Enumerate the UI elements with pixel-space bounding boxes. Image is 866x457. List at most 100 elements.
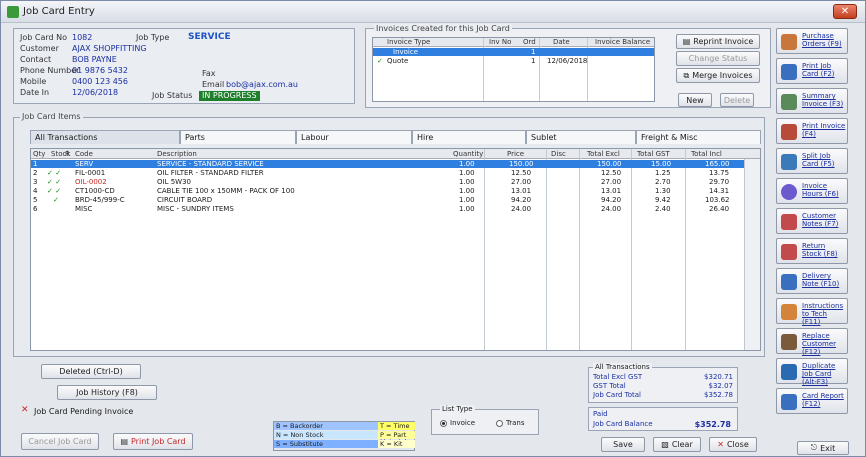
items-header: Qty Stock R Code Description Quantity Pr…: [31, 149, 760, 159]
close-button[interactable]: ✕: [833, 4, 857, 19]
replace-icon: [781, 334, 797, 350]
legend-part-supplied: P = Part Supplied: [378, 431, 415, 447]
row-total-gst: 1.25: [655, 169, 671, 177]
legend-kit: K = Kit: [378, 440, 415, 448]
row-description: OIL 5W30: [157, 178, 191, 186]
invoice-ord: 1: [531, 48, 536, 56]
row-description: MISC - SUNDRY ITEMS: [157, 205, 234, 213]
row-total-gst: 2.40: [655, 205, 671, 213]
split-icon: [781, 154, 797, 170]
invoice-row[interactable]: ✓ Quote 1 12/06/2018: [373, 57, 654, 65]
table-row[interactable]: 3 ✓ ✓ OIL-0002 OIL 5W30 1.00 27.00 27.00…: [31, 178, 745, 186]
card-report-button[interactable]: Card Report (F12): [776, 388, 848, 414]
replace-customer-button[interactable]: Replace Customer (F12): [776, 328, 848, 356]
split-job-card-button[interactable]: Split Job Card (F5): [776, 148, 848, 174]
return-stock-label: Return Stock (F8): [802, 242, 838, 258]
purchase-orders-button[interactable]: Purchase Orders (F9): [776, 28, 848, 54]
table-row[interactable]: 4 ✓ ✓ CT1000-CD CABLE TIE 100 x 150MM - …: [31, 187, 745, 195]
invoice-type: Invoice: [393, 48, 419, 56]
job-card-no-value[interactable]: 1082: [72, 33, 92, 42]
invoice-hours-label: Invoice Hours (F6): [802, 182, 839, 198]
print-job-card-bottom-button[interactable]: ▤ Print Job Card: [113, 433, 193, 450]
new-invoice-button[interactable]: New: [678, 93, 712, 107]
col-disc: Disc: [551, 150, 566, 158]
customer-value[interactable]: AJAX SHOPFITTING: [72, 44, 147, 53]
balance-label: Job Card Balance: [593, 420, 653, 428]
status-badge[interactable]: IN PROGRESS: [199, 91, 260, 101]
print-invoice-button[interactable]: Print Invoice (F4): [776, 118, 848, 144]
row-total-excl: 150.00: [597, 160, 622, 168]
mobile-value[interactable]: 0400 123 456: [72, 77, 128, 86]
tab-parts[interactable]: Parts: [180, 130, 296, 144]
row-price: 27.00: [511, 178, 532, 186]
fax-label: Fax: [202, 69, 216, 78]
invoices-header: Invoice Type Inv No Ord Date Invoice Bal…: [373, 38, 654, 47]
row-total-incl: 26.40: [709, 205, 730, 213]
row-description: OIL FILTER - STANDARD FILTER: [157, 169, 264, 177]
col-description: Description: [157, 150, 197, 158]
vertical-scrollbar[interactable]: [744, 159, 760, 350]
list-type-group: List Type Invoice Trans: [431, 405, 539, 435]
tab-labour[interactable]: Labour: [296, 130, 412, 144]
date-value[interactable]: 12/06/2018: [72, 88, 118, 97]
customer-notes-button[interactable]: Customer Notes (F7): [776, 208, 848, 234]
change-status-button[interactable]: Change Status: [676, 51, 760, 66]
row-quantity: 1.00: [459, 187, 475, 195]
tab-sublet[interactable]: Sublet: [526, 130, 636, 144]
row-price: 24.00: [511, 205, 532, 213]
list-type-trans-radio[interactable]: [496, 420, 503, 427]
job-items-panel: Job Card Items All Transactions Parts La…: [13, 112, 765, 357]
return-stock-button[interactable]: Return Stock (F8): [776, 238, 848, 264]
delete-invoice-button[interactable]: Delete: [720, 93, 754, 107]
cancel-job-card-button[interactable]: Cancel Job Card: [21, 433, 99, 450]
table-row[interactable]: 6 MISC MISC - SUNDRY ITEMS 1.00 24.00 24…: [31, 205, 745, 213]
invoice-row[interactable]: Invoice 1: [373, 48, 654, 56]
duplicate-job-card-button[interactable]: Duplicate Job Card (Alt-F3): [776, 358, 848, 386]
merge-label: Merge Invoices: [692, 71, 753, 80]
row-total-incl: 14.31: [709, 187, 730, 195]
contact-value[interactable]: BOB PAYNE: [72, 55, 117, 64]
deleted-items-button[interactable]: Deleted (Ctrl-D): [41, 364, 141, 379]
list-type-invoice-radio[interactable]: [440, 420, 447, 427]
balance-panel: Paid Job Card Balance $352.78: [588, 407, 738, 431]
table-row[interactable]: 5 ✓ BRD-45/999-C CIRCUIT BOARD 1.00 94.2…: [31, 196, 745, 204]
email-label: Email: [202, 80, 225, 89]
clear-button[interactable]: ▧ Clear: [653, 437, 701, 452]
tab-all-transactions[interactable]: All Transactions: [30, 130, 180, 144]
clear-icon: ▧: [661, 440, 669, 449]
exit-button[interactable]: ⎋ Exit: [797, 441, 849, 455]
col-total-incl: Total Incl: [691, 150, 722, 158]
reprint-invoice-button[interactable]: ▤ Reprint Invoice: [676, 34, 760, 49]
print-job-card-button[interactable]: Print Job Card (F2): [776, 58, 848, 84]
tab-hire[interactable]: Hire: [412, 130, 526, 144]
row-total-gst: 1.30: [655, 187, 671, 195]
instructions-to-tech-button[interactable]: Instructions to Tech (F11): [776, 298, 848, 326]
save-button[interactable]: Save: [601, 437, 645, 452]
table-row[interactable]: 2 ✓ ✓ FIL-0001 OIL FILTER - STANDARD FIL…: [31, 169, 745, 177]
row-price: 13.01: [511, 187, 532, 195]
job-history-button[interactable]: Job History (F8): [57, 385, 157, 400]
delivery-note-button[interactable]: Delivery Note (F10): [776, 268, 848, 294]
merge-icon: ⧉: [683, 70, 690, 80]
list-type-invoice-label: Invoice: [450, 419, 476, 427]
phone-value[interactable]: 01 9876 5432: [72, 66, 128, 75]
items-tabs: All Transactions Parts Labour Hire Suble…: [30, 130, 761, 144]
row-total-incl: 103.62: [705, 196, 730, 204]
close-button-bottom[interactable]: ✕ Close: [709, 437, 757, 452]
row-total-excl: 24.00: [601, 205, 622, 213]
summary-invoice-button[interactable]: Summary Invoice (F3): [776, 88, 848, 114]
function-sidebar: Purchase Orders (F9) Print Job Card (F2)…: [776, 28, 853, 423]
invoice-hours-button[interactable]: Invoice Hours (F6): [776, 178, 848, 204]
table-row[interactable]: 1 SERV SERVICE - STANDARD SERVICE 1.00 1…: [31, 160, 745, 168]
tab-freight-misc[interactable]: Freight & Misc: [636, 130, 761, 144]
email-value[interactable]: bob@ajax.com.au: [226, 80, 298, 89]
list-type-trans-label: Trans: [506, 419, 525, 427]
job-items-legend: Job Card Items: [20, 112, 83, 121]
row-code: BRD-45/999-C: [75, 196, 125, 204]
delivery-note-label: Delivery Note (F10): [802, 272, 840, 288]
card-report-label: Card Report (F12): [802, 392, 844, 408]
print-job-card-label: Print Job Card (F2): [802, 62, 835, 78]
job-type-value[interactable]: SERVICE: [188, 32, 231, 42]
merge-invoices-button[interactable]: ⧉ Merge Invoices: [676, 68, 760, 83]
row-code: SERV: [75, 160, 94, 168]
